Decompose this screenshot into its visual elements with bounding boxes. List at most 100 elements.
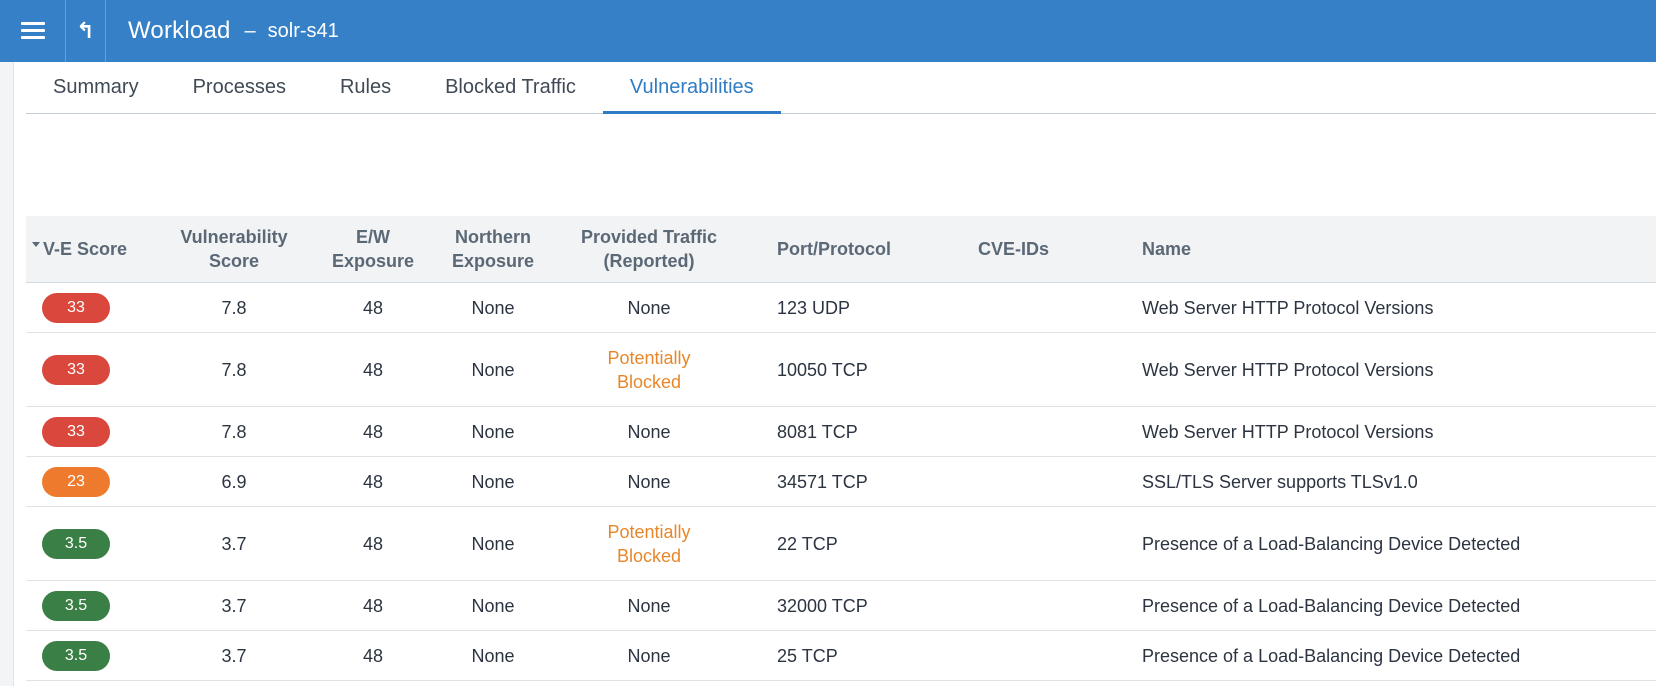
provided-traffic-line: Blocked	[616, 371, 682, 392]
port-protocol-cell: 34571 TCP	[777, 471, 868, 492]
provided-traffic-line: None	[627, 421, 671, 442]
tab-vulnerabilities[interactable]: Vulnerabilities	[602, 61, 781, 114]
port-protocol-cell: 123 UDP	[777, 297, 851, 318]
table-row[interactable]: 3.5 3.7 48 None None 32000 TCP Presence of a L…	[26, 581, 1656, 631]
ve-score-badge: 33	[42, 354, 110, 385]
ew-exposure-cell: 48	[362, 471, 384, 492]
column-label-line: Exposure	[331, 251, 415, 271]
table-row[interactable]: 23 6.9 48 None None 34571 TCP SSL/TLS Server s…	[26, 457, 1656, 507]
northern-exposure-cell: None	[471, 645, 515, 666]
vulnerability-name-cell: Web Server HTTP Protocol Versions	[1142, 297, 1434, 318]
vulnerability-score-cell: 7.8	[221, 297, 247, 318]
ve-score-badge: 33	[42, 416, 110, 447]
northern-exposure-cell: None	[471, 595, 515, 616]
vulnerabilities-table: V-E Score Vulnerability Score E/W Exposu…	[26, 216, 1656, 681]
table-header: V-E Score Vulnerability Score E/W Exposu…	[26, 216, 1656, 283]
ve-score-badge: 23	[42, 466, 110, 497]
ew-exposure-cell: 48	[362, 297, 384, 318]
northern-exposure-cell: None	[471, 421, 515, 442]
column-provided-traffic[interactable]: Provided Traffic (Reported)	[542, 225, 756, 273]
provided-traffic-line: None	[627, 297, 671, 318]
port-protocol-cell: 22 TCP	[777, 533, 838, 554]
ve-score-badge: 33	[42, 292, 110, 323]
tab-summary[interactable]: Summary	[26, 61, 166, 113]
vulnerability-name-cell: SSL/TLS Server supports TLSv1.0	[1142, 471, 1418, 492]
vulnerability-name-cell: Presence of a Load-Balancing Device Dete…	[1142, 595, 1521, 616]
navigate-up-button[interactable]: ↰	[66, 0, 106, 62]
ew-exposure-cell: 48	[362, 595, 384, 616]
ve-score-cell: 33	[26, 354, 166, 385]
port-protocol-cell: 32000 TCP	[777, 595, 868, 616]
port-protocol-cell: 8081 TCP	[777, 421, 858, 442]
column-northern-exposure[interactable]: Northern Exposure	[444, 225, 542, 273]
table-body: 33 7.8 48 None None 123 UDP Web Server HTTP Pr…	[26, 283, 1656, 681]
vulnerability-score-cell: 7.8	[221, 421, 247, 442]
workload-name: solr-s41	[267, 19, 339, 42]
northern-exposure-cell: None	[471, 533, 515, 554]
provided-traffic-cell: Potentially Blocked	[542, 520, 756, 568]
table-row[interactable]: 3.5 3.7 48 None Potentially Blocked 22 TCP Pres…	[26, 507, 1656, 581]
provided-traffic-cell: None	[542, 644, 756, 668]
column-label-line: Vulnerability	[180, 227, 288, 247]
ve-score-cell: 33	[26, 416, 166, 447]
title-separator: –	[244, 19, 256, 42]
top-bar: ↰ Workload – solr-s41	[0, 0, 1656, 62]
menu-button[interactable]	[0, 0, 66, 62]
ew-exposure-cell: 48	[362, 645, 384, 666]
column-cve-ids[interactable]: CVE-IDs	[978, 237, 1142, 261]
northern-exposure-cell: None	[471, 471, 515, 492]
left-gutter	[0, 62, 14, 686]
vulnerability-score-cell: 3.7	[221, 595, 247, 616]
ve-score-cell: 33	[26, 292, 166, 323]
column-label-line: (Reported)	[603, 251, 695, 271]
vulnerability-name-cell: Presence of a Load-Balancing Device Dete…	[1142, 645, 1521, 666]
column-ve-score[interactable]: V-E Score	[26, 237, 166, 261]
column-label-line: Provided Traffic	[580, 227, 718, 247]
provided-traffic-line: Potentially	[607, 347, 691, 368]
vulnerability-score-cell: 3.7	[221, 533, 247, 554]
ve-score-badge: 3.5	[42, 590, 110, 621]
provided-traffic-cell: None	[542, 470, 756, 494]
column-vulnerability-score[interactable]: Vulnerability Score	[166, 225, 302, 273]
provided-traffic-line: Blocked	[616, 545, 682, 566]
table-row[interactable]: 33 7.8 48 None Potentially Blocked 10050 TCP We…	[26, 333, 1656, 407]
provided-traffic-line: None	[627, 595, 671, 616]
column-name[interactable]: Name	[1142, 237, 1656, 261]
provided-traffic-cell: None	[542, 296, 756, 320]
vulnerability-name-cell: Web Server HTTP Protocol Versions	[1142, 421, 1434, 442]
column-ve-score-label: V-E Score	[43, 239, 128, 259]
sort-desc-icon	[32, 241, 40, 247]
provided-traffic-cell: Potentially Blocked	[542, 346, 756, 394]
column-label-line: Northern	[455, 227, 531, 247]
ve-score-cell: 3.5	[26, 640, 166, 671]
column-ew-exposure[interactable]: E/W Exposure	[302, 225, 444, 273]
column-label-line: Exposure	[451, 251, 535, 271]
northern-exposure-cell: None	[471, 359, 515, 380]
port-protocol-cell: 25 TCP	[777, 645, 838, 666]
ve-score-cell: 23	[26, 466, 166, 497]
column-label-line: E/W	[356, 227, 390, 247]
ve-score-cell: 3.5	[26, 590, 166, 621]
table-row[interactable]: 33 7.8 48 None None 123 UDP Web Server HTTP Pr…	[26, 283, 1656, 333]
ew-exposure-cell: 48	[362, 421, 384, 442]
ve-score-badge: 3.5	[42, 640, 110, 671]
tab-bar: Summary Processes Rules Blocked Traffic …	[26, 62, 1656, 114]
vulnerability-score-cell: 3.7	[221, 645, 247, 666]
ve-score-cell: 3.5	[26, 528, 166, 559]
ve-score-badge: 3.5	[42, 528, 110, 559]
tab-rules[interactable]: Rules	[313, 61, 418, 113]
provided-traffic-line: None	[627, 645, 671, 666]
vulnerability-score-cell: 6.9	[221, 471, 247, 492]
provided-traffic-line: None	[627, 471, 671, 492]
hamburger-icon	[20, 22, 45, 40]
vulnerability-name-cell: Web Server HTTP Protocol Versions	[1142, 359, 1434, 380]
table-row[interactable]: 33 7.8 48 None None 8081 TCP Web Server HTTP P…	[26, 407, 1656, 457]
column-label-line: Score	[208, 251, 260, 271]
vulnerability-name-cell: Presence of a Load-Balancing Device Dete…	[1142, 533, 1521, 554]
northern-exposure-cell: None	[471, 297, 515, 318]
provided-traffic-cell: None	[542, 420, 756, 444]
table-row[interactable]: 3.5 3.7 48 None None 25 TCP Presence of a Load…	[26, 631, 1656, 681]
tab-blocked-traffic[interactable]: Blocked Traffic	[418, 61, 603, 113]
tab-processes[interactable]: Processes	[166, 61, 313, 113]
column-port-protocol[interactable]: Port/Protocol	[756, 237, 978, 261]
